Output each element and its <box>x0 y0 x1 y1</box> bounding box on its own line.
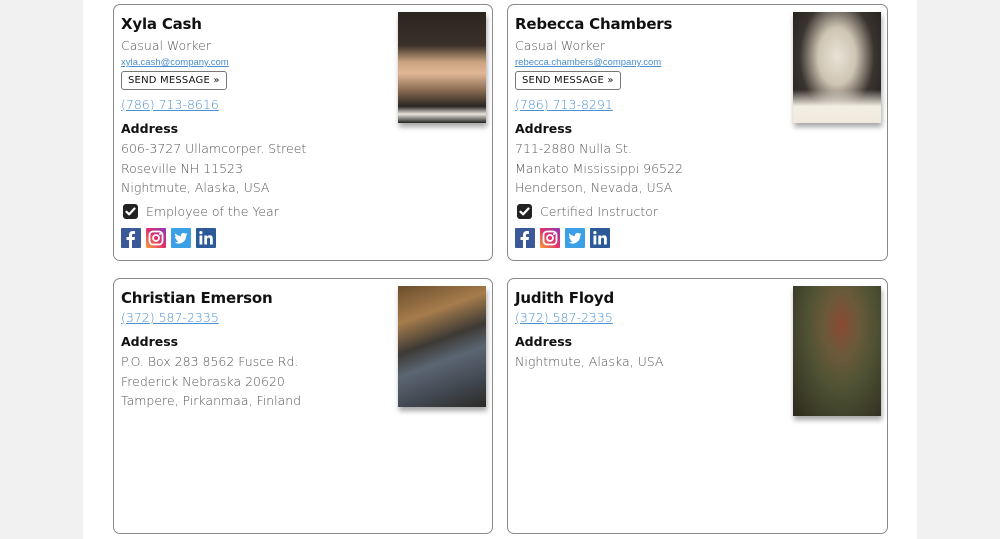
badge-label: Employee of the Year <box>146 204 279 219</box>
address-heading: Address <box>515 334 573 349</box>
social-links <box>515 227 787 248</box>
address-line: 711-2880 Nulla St. <box>515 141 632 156</box>
facebook-icon[interactable] <box>515 227 535 248</box>
contact-photo <box>793 286 881 416</box>
contact-card: Judith Floyd (372) 587-2335 Address Nigh… <box>507 278 888 534</box>
address-line: Nightmute, Alaska, USA <box>515 354 664 369</box>
phone-link[interactable]: (372) 587-2335 <box>121 309 392 327</box>
address-line: 606-3727 Ullamcorper. Street <box>121 141 307 156</box>
address-heading: Address <box>121 334 179 349</box>
contact-name: Xyla Cash <box>121 15 202 33</box>
contact-name: Christian Emerson <box>121 289 273 307</box>
contact-card: Xyla Cash Casual Worker xyla.cash@compan… <box>113 4 493 261</box>
linkedin-icon[interactable] <box>196 227 216 248</box>
send-message-button[interactable]: SEND MESSAGE » <box>515 71 621 90</box>
contact-name: Rebecca Chambers <box>515 15 673 33</box>
phone-link[interactable]: (786) 713-8291 <box>515 96 787 114</box>
phone-link[interactable]: (372) 587-2335 <box>515 309 787 327</box>
twitter-icon[interactable] <box>565 227 585 248</box>
contact-photo <box>398 12 486 123</box>
email-link[interactable]: rebecca.chambers@company.com <box>515 56 787 69</box>
instagram-icon[interactable] <box>146 227 166 248</box>
contact-role: Casual Worker <box>515 38 605 53</box>
phone-link[interactable]: (786) 713-8616 <box>121 96 392 114</box>
twitter-icon[interactable] <box>171 227 191 248</box>
address-line: Frederick Nebraska 20620 <box>121 373 285 389</box>
address-line: P.O. Box 283 8562 Fusce Rd. <box>121 354 299 369</box>
contact-name: Judith Floyd <box>515 289 615 307</box>
badge-label: Certified Instructor <box>540 204 659 219</box>
address-line: Henderson, Nevada, USA <box>515 180 673 195</box>
checkbox-checked-icon <box>517 204 532 219</box>
address-heading: Address <box>121 121 179 136</box>
checkbox-checked-icon <box>123 204 138 219</box>
address-heading: Address <box>515 121 573 136</box>
address-line: Nightmute, Alaska, USA <box>121 180 270 195</box>
social-links <box>121 227 392 248</box>
address-line: Mankato Mississippi 96522 <box>515 160 683 176</box>
contact-photo <box>398 286 486 407</box>
address-line: Tampere, Pirkanmaa, Finland <box>121 393 302 408</box>
page-content: Xyla Cash Casual Worker xyla.cash@compan… <box>83 0 917 539</box>
facebook-icon[interactable] <box>121 227 141 248</box>
instagram-icon[interactable] <box>540 227 560 248</box>
linkedin-icon[interactable] <box>590 227 610 248</box>
badge-row: Certified Instructor <box>515 202 787 222</box>
send-message-button[interactable]: SEND MESSAGE » <box>121 71 227 90</box>
contact-role: Casual Worker <box>121 38 211 53</box>
contact-photo <box>793 12 881 123</box>
address-line: Roseville NH 11523 <box>121 160 243 176</box>
contact-card: Christian Emerson (372) 587-2335 Address… <box>113 278 493 534</box>
badge-row: Employee of the Year <box>121 202 392 222</box>
contact-card: Rebecca Chambers Casual Worker rebecca.c… <box>507 4 888 261</box>
email-link[interactable]: xyla.cash@company.com <box>121 56 392 69</box>
